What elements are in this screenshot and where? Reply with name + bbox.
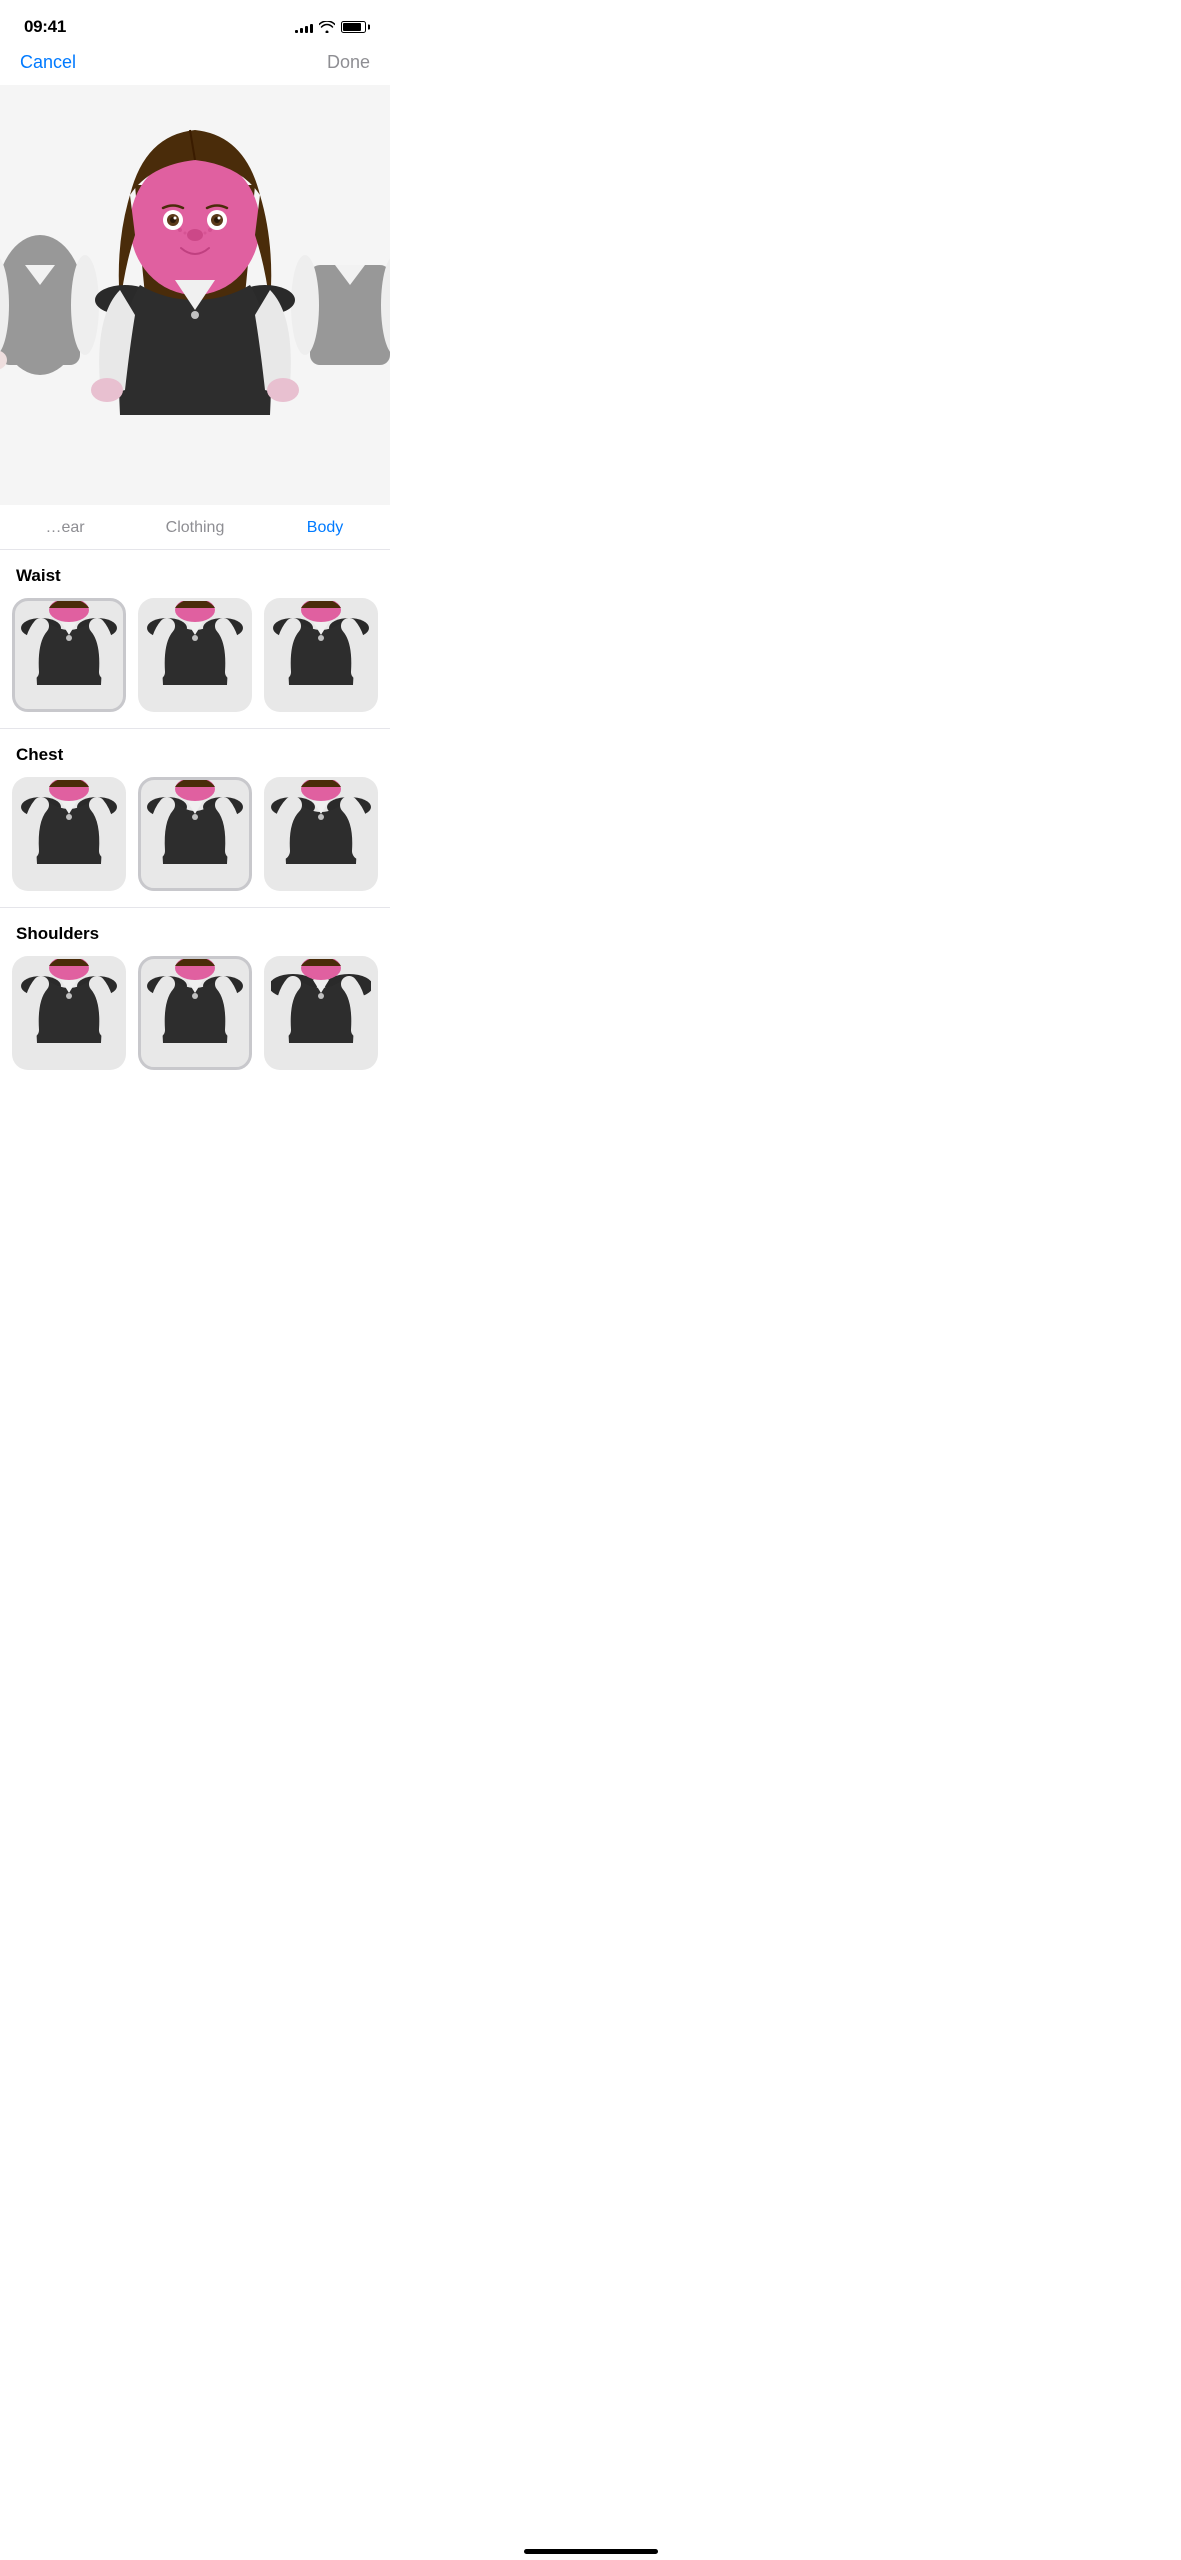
shoulders-option-2[interactable] <box>138 956 252 1070</box>
home-indicator <box>0 2541 1181 2560</box>
done-button[interactable]: Done <box>327 52 370 73</box>
cancel-button[interactable]: Cancel <box>20 52 76 73</box>
tab-clothing[interactable]: Clothing <box>130 513 260 543</box>
chest-title: Chest <box>0 745 390 777</box>
tab-bar: …ear Clothing Body <box>0 505 390 550</box>
waist-option-2[interactable] <box>138 598 252 712</box>
shoulders-title: Shoulders <box>0 924 390 956</box>
chest-option-2[interactable] <box>138 777 252 891</box>
chest-option-3[interactable] <box>264 777 378 891</box>
signal-icon <box>295 21 313 33</box>
status-bar: 09:41 <box>0 0 390 48</box>
shoulders-option-1[interactable] <box>12 956 126 1070</box>
status-time: 09:41 <box>24 17 66 37</box>
nav-bar: Cancel Done <box>0 48 390 85</box>
battery-icon <box>341 21 366 33</box>
tab-headwear[interactable]: …ear <box>0 513 130 543</box>
home-bar <box>524 2549 658 2554</box>
section-waist: Waist <box>0 550 390 729</box>
waist-options <box>0 598 390 728</box>
waist-option-3[interactable] <box>264 598 378 712</box>
waist-title: Waist <box>0 566 390 598</box>
section-shoulders: Shoulders <box>0 908 390 1086</box>
chest-option-1[interactable] <box>12 777 126 891</box>
avatar-preview <box>0 85 390 505</box>
chest-options <box>0 777 390 907</box>
wifi-icon <box>319 21 335 33</box>
shoulders-options <box>0 956 390 1086</box>
shoulders-option-3[interactable] <box>264 956 378 1070</box>
section-chest: Chest <box>0 729 390 908</box>
tab-body[interactable]: Body <box>260 513 390 543</box>
avatar-main <box>65 105 325 485</box>
status-icons <box>295 21 366 33</box>
waist-option-1[interactable] <box>12 598 126 712</box>
